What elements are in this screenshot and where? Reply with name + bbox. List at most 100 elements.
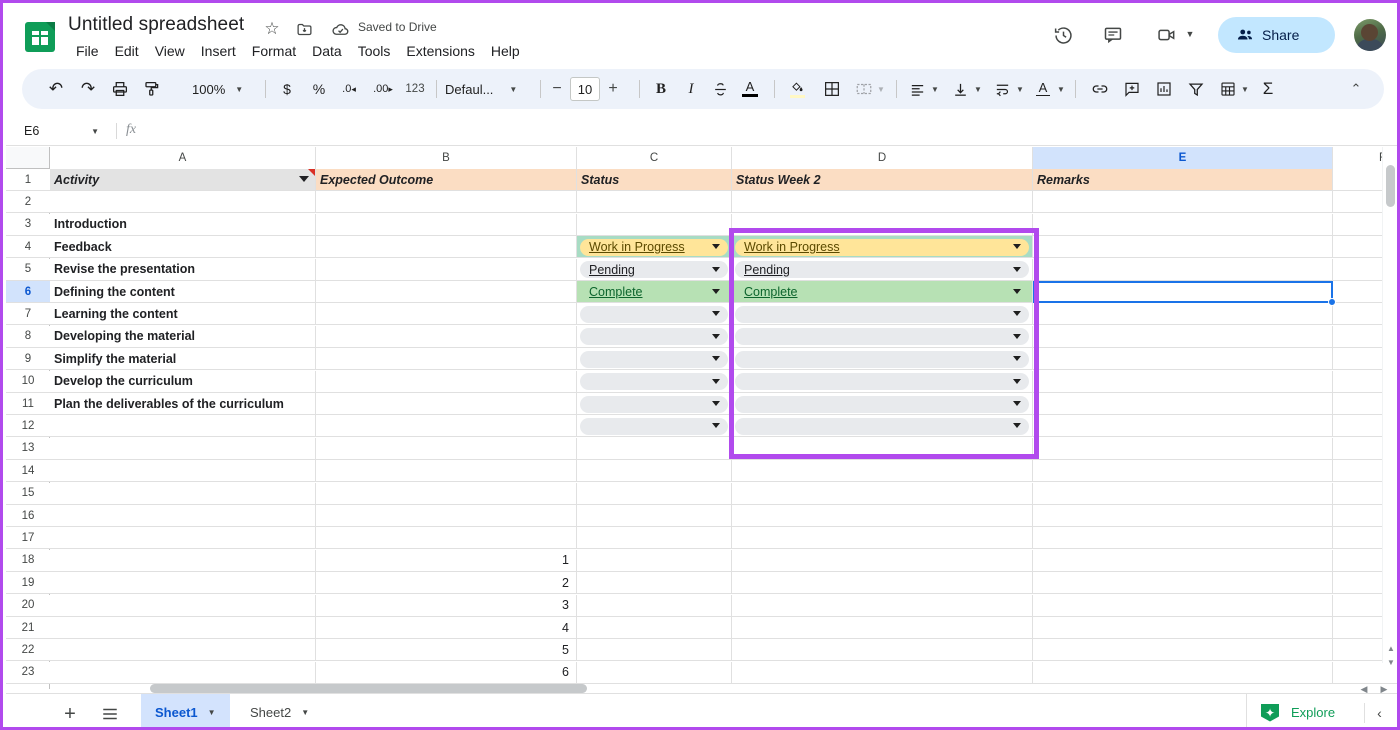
select-all-corner[interactable] — [6, 147, 50, 169]
status-cell-D9[interactable] — [732, 348, 1033, 371]
status-cell-C7[interactable] — [577, 303, 732, 326]
status-dropdown-chip[interactable]: Work in Progress — [580, 238, 728, 256]
cell-D22[interactable] — [732, 639, 1033, 662]
cell-E9[interactable] — [1033, 348, 1333, 371]
collapse-toolbar-button[interactable]: ⌃ — [1344, 77, 1368, 101]
status-dropdown-chip[interactable]: Complete — [580, 283, 728, 301]
cell-D18[interactable] — [732, 549, 1033, 572]
paint-format-button[interactable] — [140, 77, 164, 101]
italic-button[interactable]: I — [680, 77, 702, 101]
text-rotation-caret-icon[interactable]: ▼ — [1054, 77, 1068, 101]
status-cell-C12[interactable] — [577, 415, 732, 438]
share-button[interactable]: Share — [1218, 17, 1335, 53]
status-dropdown-chip[interactable] — [580, 417, 728, 435]
merge-cells-caret-icon[interactable]: ▼ — [874, 77, 888, 101]
status-dropdown-chip[interactable] — [735, 305, 1029, 323]
strikethrough-button[interactable] — [709, 77, 731, 101]
activity-cell-a7[interactable]: Learning the content — [50, 303, 316, 326]
column-header-a[interactable]: A — [50, 147, 316, 169]
cell-C17[interactable] — [577, 527, 732, 550]
currency-format-button[interactable]: $ — [277, 77, 297, 101]
cell-A21[interactable] — [50, 617, 316, 639]
text-rotation-button[interactable]: A — [1032, 77, 1054, 101]
chevron-down-icon[interactable] — [712, 356, 720, 362]
chevron-down-icon[interactable] — [712, 311, 720, 317]
status-cell-D4[interactable]: Work in Progress — [732, 236, 1033, 259]
activity-cell-a3[interactable]: Introduction — [50, 213, 316, 236]
cell-B16[interactable] — [316, 505, 577, 527]
chevron-down-icon[interactable] — [1013, 356, 1021, 362]
status-dropdown-chip[interactable] — [735, 350, 1029, 368]
decrease-font-size-button[interactable]: − — [550, 80, 564, 98]
text-wrapping-caret-icon[interactable]: ▼ — [1013, 77, 1027, 101]
create-filter-button[interactable] — [1184, 77, 1208, 101]
cell-A22[interactable] — [50, 639, 316, 662]
cell-B5[interactable] — [316, 258, 577, 281]
add-sheet-button[interactable]: + — [58, 702, 82, 726]
row-header-17[interactable]: 17 — [6, 527, 50, 550]
saved-to-drive-cloud-icon[interactable] — [330, 19, 350, 39]
cell-A18[interactable] — [50, 549, 316, 572]
cell-D20[interactable] — [732, 594, 1033, 617]
header-cell-C1[interactable]: Status — [577, 169, 732, 191]
row-header-18[interactable]: 18 — [6, 549, 50, 572]
status-dropdown-chip[interactable] — [580, 395, 728, 413]
row-header-14[interactable]: 14 — [6, 460, 50, 483]
cell-C2[interactable] — [577, 191, 732, 214]
cell-B3[interactable] — [316, 213, 577, 236]
cell-D16[interactable] — [732, 505, 1033, 527]
version-history-icon[interactable] — [1050, 22, 1076, 48]
cell-C21[interactable] — [577, 617, 732, 639]
row-header-20[interactable]: 20 — [6, 594, 50, 617]
status-dropdown-chip[interactable] — [735, 328, 1029, 346]
row-header-21[interactable]: 21 — [6, 617, 50, 639]
number-cell-b19[interactable]: 2 — [316, 572, 577, 595]
cell-B14[interactable] — [316, 460, 577, 483]
row-header-15[interactable]: 15 — [6, 482, 50, 505]
menu-view[interactable]: View — [147, 40, 193, 62]
zoom-selector[interactable]: 100% ▼ — [192, 78, 243, 100]
menu-insert[interactable]: Insert — [193, 40, 244, 62]
more-formats-button[interactable]: 123 — [402, 77, 428, 101]
cell-D19[interactable] — [732, 572, 1033, 595]
meet-camera-icon[interactable] — [1154, 22, 1180, 48]
merge-cells-button[interactable] — [852, 77, 876, 101]
chevron-down-icon[interactable] — [712, 266, 720, 272]
activity-cell-a6[interactable]: Defining the content — [50, 281, 316, 303]
cell-E18[interactable] — [1033, 549, 1333, 572]
chevron-down-icon[interactable] — [1013, 311, 1021, 317]
chevron-down-icon[interactable] — [1013, 333, 1021, 339]
meet-dropdown-caret-icon[interactable]: ▼ — [1184, 28, 1196, 40]
borders-button[interactable] — [820, 77, 844, 101]
column-header-c[interactable]: C — [577, 147, 732, 169]
chevron-down-icon[interactable] — [1013, 266, 1021, 272]
menu-format[interactable]: Format — [244, 40, 304, 62]
cell-E19[interactable] — [1033, 572, 1333, 595]
document-title[interactable]: Untitled spreadsheet — [68, 14, 244, 36]
column-header-d[interactable]: D — [732, 147, 1033, 169]
sum-button[interactable]: Σ — [1256, 77, 1280, 101]
sheet-tab-sheet1[interactable]: Sheet1 ▼ — [141, 694, 230, 727]
number-cell-b22[interactable]: 5 — [316, 639, 577, 662]
cell-B13[interactable] — [316, 437, 577, 460]
menu-edit[interactable]: Edit — [107, 40, 147, 62]
cell-A12[interactable] — [50, 415, 316, 438]
cell-E13[interactable] — [1033, 437, 1333, 460]
formula-input[interactable] — [154, 120, 1354, 142]
chevron-down-icon[interactable] — [712, 423, 720, 429]
activity-cell-a9[interactable]: Simplify the material — [50, 348, 316, 371]
insert-comment-button[interactable] — [1120, 77, 1144, 101]
header-cell-B1[interactable]: Expected Outcome — [316, 169, 577, 191]
cell-C19[interactable] — [577, 572, 732, 595]
row-header-1[interactable]: 1 — [6, 169, 50, 191]
row-header-5[interactable]: 5 — [6, 258, 50, 281]
horizontal-align-caret-icon[interactable]: ▼ — [928, 77, 942, 101]
status-cell-D12[interactable] — [732, 415, 1033, 438]
cell-B17[interactable] — [316, 527, 577, 550]
cell-E3[interactable] — [1033, 213, 1333, 236]
cell-C16[interactable] — [577, 505, 732, 527]
status-dropdown-chip[interactable] — [580, 373, 728, 391]
star-icon[interactable]: ☆ — [262, 19, 282, 39]
functions-table-button[interactable] — [1216, 77, 1240, 101]
cell-B4[interactable] — [316, 236, 577, 259]
